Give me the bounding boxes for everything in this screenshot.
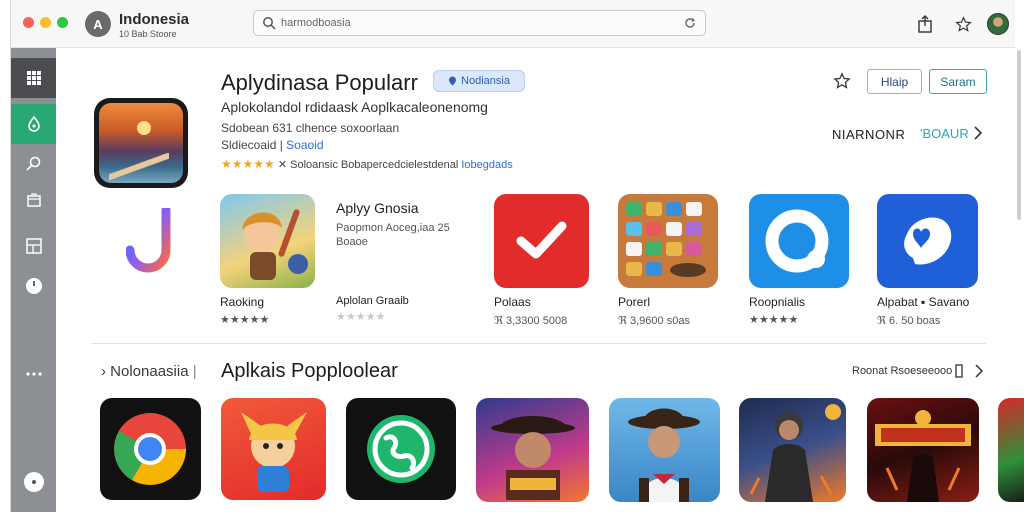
section-breadcrumb[interactable]: › Nolonaasiia | — [101, 363, 197, 380]
featured-rating: ★★★★★ ✕ Soloansic Bobapercedcielestdenal… — [221, 157, 513, 171]
rating-stars: ★★★★★ — [336, 311, 386, 323]
window-title: Indonesia — [119, 11, 190, 28]
grid-icon — [26, 71, 41, 85]
card-rating: ℜ 3,3300 5008 — [494, 315, 568, 327]
cowboy-portrait-icon[interactable] — [609, 398, 720, 502]
card-rating: ★★★★★ — [220, 314, 270, 326]
drop-icon — [27, 115, 40, 132]
minimize-window-button[interactable] — [40, 17, 51, 28]
sidebar-item-grid[interactable] — [11, 58, 56, 98]
featured-description: Aplokolandol rdidaask Aoplkacaleonenomg — [221, 99, 488, 115]
share-button[interactable] — [915, 14, 935, 34]
cartoon-hero-icon[interactable] — [221, 398, 326, 500]
app-logo-icon: A — [85, 11, 111, 37]
chrome-icon[interactable] — [100, 398, 201, 500]
apps-grid-icon[interactable] — [618, 194, 718, 288]
app-window: A Indonesia 10 Bab Stoore harmodboasia A… — [10, 0, 1024, 512]
chat-bubble-icon[interactable] — [749, 194, 849, 288]
rating-link[interactable]: Iobegdads — [461, 159, 512, 171]
search-bar[interactable]: harmodboasia — [253, 10, 706, 36]
more-dots-icon — [25, 372, 42, 376]
search-icon — [263, 17, 276, 30]
favorite-button[interactable] — [953, 14, 973, 34]
sidebar-item-library[interactable] — [11, 180, 56, 220]
zoom-window-button[interactable] — [57, 17, 68, 28]
main-content: Aplydinasa Popularr Nodiansia Aplokoland… — [56, 48, 1024, 512]
breadcrumb-label: Nolonaasiia — [110, 363, 189, 380]
location-icon — [449, 76, 457, 86]
account-icon — [23, 472, 44, 492]
card-name[interactable]: Roopnialis — [749, 295, 805, 309]
sidebar-more[interactable] — [11, 354, 56, 394]
search-input[interactable]: harmodboasia — [281, 17, 351, 29]
adventure-boy-icon[interactable] — [220, 194, 315, 288]
promo-line: Paopmon Aoceg,iaa 25 — [336, 222, 450, 234]
meta-prefix: Sldiecoaid | — [221, 138, 283, 152]
section-title: Aplkais Popploolear — [221, 360, 398, 382]
meta-link[interactable]: Soaoid — [286, 138, 323, 152]
clock-icon — [25, 278, 42, 294]
sidebar-item-discover[interactable] — [11, 104, 56, 144]
card-name[interactable]: Polaas — [494, 295, 531, 309]
rating-text: ✕ Soloansic Bobapercedcielestdenal — [277, 159, 459, 171]
promo-line: Boaoe — [336, 236, 368, 248]
user-avatar[interactable] — [987, 13, 1009, 35]
section-divider — [91, 343, 986, 344]
breadcrumb-chevron-icon: › — [101, 363, 106, 380]
checkmark-icon[interactable] — [494, 194, 589, 288]
fantasy-game-icon[interactable] — [867, 398, 979, 502]
card-name[interactable]: Raoking — [220, 295, 264, 309]
partial-game-icon[interactable] — [998, 398, 1024, 502]
sidebar-item-categories[interactable] — [11, 226, 56, 266]
bookmark-star-icon[interactable] — [833, 72, 851, 90]
rating-stars: ★★★★★ — [221, 157, 275, 171]
title-bar: A Indonesia 10 Bab Stoore harmodboasia — [11, 0, 1015, 48]
close-window-button[interactable] — [23, 17, 34, 28]
card-rating: ★★★★★ — [749, 314, 799, 326]
more-label: NIARNONR — [832, 127, 906, 142]
sidebar-item-search[interactable] — [11, 144, 56, 184]
featured-meta-2: Sldiecoaid | Soaoid — [221, 138, 324, 152]
featured-meta: Sdobean 631 clhence soxoorlaan — [221, 121, 400, 135]
secondary-action-button[interactable]: Saram — [929, 69, 987, 94]
pager-icons[interactable] — [954, 363, 988, 379]
reload-icon[interactable] — [683, 16, 697, 30]
card-rating: ★★★★★ — [336, 310, 385, 323]
sidebar-item-updates[interactable] — [11, 266, 56, 306]
more-link[interactable]: 'BOAUR — [920, 126, 969, 141]
soldier-game-icon[interactable] — [739, 398, 846, 502]
featured-badge[interactable]: Nodiansia — [433, 70, 525, 92]
scrollbar[interactable] — [1015, 50, 1023, 220]
see-all-link[interactable]: Roonat Rsoeseeooo — [852, 365, 952, 377]
cowboy-game-icon[interactable] — [476, 398, 589, 502]
card-rating: ℜ 3,9600 s0as — [618, 315, 690, 327]
heart-shield-icon[interactable] — [877, 194, 978, 288]
brand-j-logo — [126, 208, 171, 273]
primary-action-button[interactable]: Hlaip — [867, 69, 922, 94]
window-subtitle: 10 Bab Stoore — [119, 29, 177, 39]
sidebar — [11, 48, 56, 512]
card-name[interactable]: Porerl — [618, 295, 650, 309]
card-name[interactable]: Alpabat ▪ Savano — [877, 295, 969, 309]
featured-app-icon[interactable] — [94, 98, 188, 188]
box-icon — [26, 193, 41, 207]
chevron-right-icon[interactable] — [972, 126, 984, 140]
globe-icon[interactable] — [346, 398, 456, 500]
sidebar-item-account[interactable] — [11, 462, 56, 502]
promo-title: Aplyy Gnosia — [336, 200, 419, 216]
card-rating: ℜ 6. 50 boas — [877, 315, 941, 327]
badge-label: Nodiansia — [461, 75, 510, 87]
magnifier-icon — [25, 156, 40, 171]
star-outline-icon — [954, 15, 972, 32]
featured-title: Aplydinasa Popularr — [221, 70, 418, 95]
share-icon — [918, 15, 932, 33]
layout-icon — [25, 238, 42, 254]
card-name[interactable]: Aplolan Graaib — [336, 295, 409, 307]
